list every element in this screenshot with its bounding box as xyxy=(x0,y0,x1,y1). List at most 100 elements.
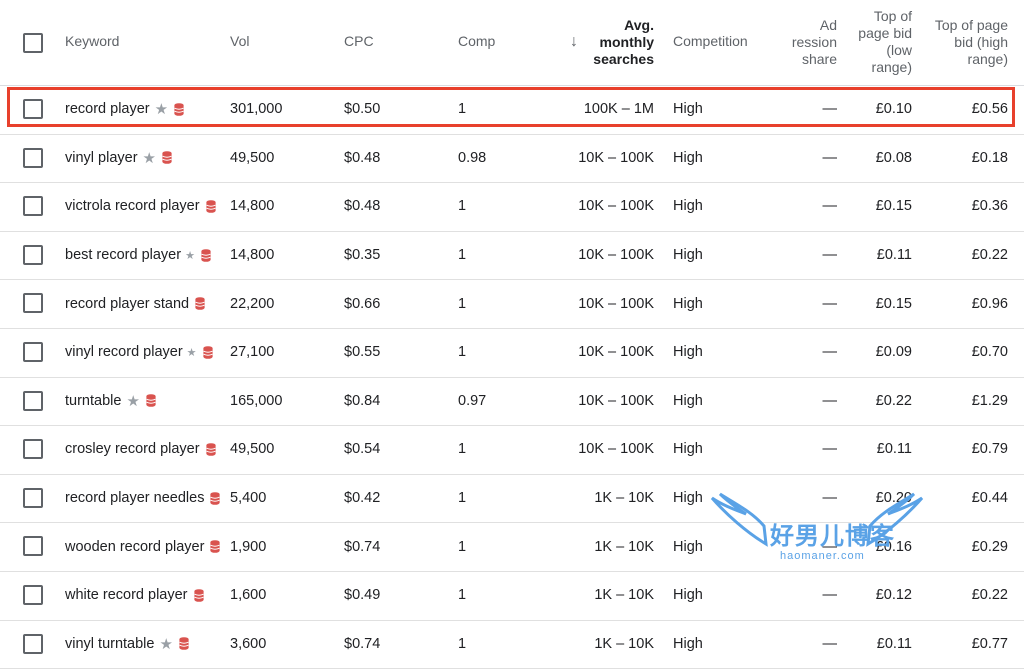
star-icon[interactable]: ★ xyxy=(143,149,156,167)
avg-searches-cell: 1K – 10K xyxy=(594,587,654,604)
database-icon xyxy=(210,540,221,553)
row-checkbox[interactable] xyxy=(23,196,43,217)
table-row: best record player ★ 14,800 $0.35 1 10K – 100… xyxy=(0,231,1024,281)
table-row: vinyl turntable ★ 3,600 $0.74 1 1K – 10K High —… xyxy=(0,620,1024,669)
header-competition[interactable]: Competition xyxy=(673,33,748,50)
keyword-text: vinyl record player xyxy=(65,344,183,361)
row-checkbox[interactable] xyxy=(23,487,43,508)
header-keyword[interactable]: Keyword xyxy=(65,33,119,50)
cpc-cell: $0.74 xyxy=(344,538,381,555)
bid-high-cell: £0.18 xyxy=(971,149,1008,166)
avg-searches-cell: 1K – 10K xyxy=(594,490,654,507)
database-icon xyxy=(174,102,184,116)
cpc-cell: $0.54 xyxy=(344,441,381,458)
ad-share-cell: — xyxy=(822,587,838,604)
sort-down-icon[interactable]: ↓ xyxy=(570,33,578,50)
row-checkbox[interactable] xyxy=(23,390,43,411)
select-all-checkbox[interactable] xyxy=(23,33,43,53)
avg-searches-cell: 10K – 100K xyxy=(578,247,654,264)
avg-searches-cell: 1K – 10K xyxy=(594,538,654,555)
comp-cell: 0.98 xyxy=(458,149,487,166)
avg-searches-cell: 100K – 1M xyxy=(583,101,654,118)
keyword-cell: vinyl turntable ★ xyxy=(65,620,189,669)
header-ad-impression-share[interactable]: Ad ression share xyxy=(770,17,837,68)
bid-low-cell: £0.11 xyxy=(876,635,912,652)
ad-share-cell: — xyxy=(822,441,838,458)
keyword-text: victrola record player xyxy=(65,198,200,215)
keyword-cell: record player needles xyxy=(65,474,221,523)
bid-high-cell: £0.22 xyxy=(971,247,1008,264)
cpc-cell: $0.48 xyxy=(344,149,381,166)
database-icon xyxy=(179,637,189,651)
vol-cell: 22,200 xyxy=(230,295,275,312)
row-checkbox[interactable] xyxy=(23,244,43,265)
bid-high-cell: £0.79 xyxy=(971,441,1008,458)
star-icon[interactable]: ★ xyxy=(126,392,139,410)
header-comp[interactable]: Comp xyxy=(458,33,495,50)
competition-cell: High xyxy=(673,198,703,215)
database-icon xyxy=(193,588,204,602)
database-icon xyxy=(146,394,156,408)
vol-cell: 27,100 xyxy=(230,344,275,361)
keyword-cell: vinyl record player ★ xyxy=(65,328,213,377)
star-icon[interactable]: ★ xyxy=(159,635,172,653)
row-checkbox[interactable] xyxy=(23,439,43,460)
bid-low-cell: £0.11 xyxy=(876,441,912,458)
comp-cell: 1 xyxy=(458,247,467,264)
vol-cell: 49,500 xyxy=(230,441,275,458)
competition-cell: High xyxy=(673,587,703,604)
row-checkbox[interactable] xyxy=(23,633,43,654)
table-row: wooden record player 1,900 $0.74 1 1K – 10K H… xyxy=(0,522,1024,572)
header-top-bid-high[interactable]: Top of page bid (high range) xyxy=(918,17,1008,68)
comp-cell: 1 xyxy=(458,101,467,118)
competition-cell: High xyxy=(673,295,703,312)
comp-cell: 1 xyxy=(458,490,467,507)
ad-share-cell: — xyxy=(822,538,838,555)
competition-cell: High xyxy=(673,490,703,507)
row-checkbox[interactable] xyxy=(23,147,43,168)
vol-cell: 165,000 xyxy=(230,392,283,409)
keyword-cell: vinyl player ★ xyxy=(65,134,172,183)
bid-high-cell: £0.22 xyxy=(971,587,1008,604)
row-checkbox[interactable] xyxy=(23,585,43,605)
database-icon xyxy=(210,491,221,505)
star-icon[interactable]: ★ xyxy=(187,346,197,359)
avg-searches-cell: 10K – 100K xyxy=(578,295,654,312)
table-row: crosley record player 49,500 $0.54 1 10K – 1… xyxy=(0,425,1024,475)
header-vol[interactable]: Vol xyxy=(230,33,249,50)
keyword-text: wooden record player xyxy=(65,538,205,555)
bid-low-cell: £0.22 xyxy=(875,392,912,409)
cpc-cell: $0.84 xyxy=(344,392,381,409)
row-checkbox[interactable] xyxy=(23,293,43,314)
cpc-cell: $0.35 xyxy=(344,247,381,264)
bid-high-cell: £0.96 xyxy=(971,295,1008,312)
bid-low-cell: £0.08 xyxy=(875,149,912,166)
star-icon[interactable]: ★ xyxy=(185,249,195,262)
comp-cell: 1 xyxy=(458,344,467,361)
comp-cell: 1 xyxy=(458,198,467,215)
avg-searches-cell: 10K – 100K xyxy=(578,392,654,409)
ad-share-cell: — xyxy=(822,101,838,118)
header-cpc[interactable]: CPC xyxy=(344,33,374,50)
ad-share-cell: — xyxy=(822,344,838,361)
table-row: record player ★ 301,000 $0.50 1 100K – 1M High… xyxy=(0,85,1024,135)
keyword-text: record player needles xyxy=(65,490,205,507)
row-checkbox[interactable] xyxy=(23,99,43,119)
table-header: Keyword Vol CPC Comp ↓ Avg. monthly sear… xyxy=(0,0,1024,86)
star-icon[interactable]: ★ xyxy=(155,100,168,118)
header-top-bid-low[interactable]: Top of page bid (low range) xyxy=(840,8,912,76)
row-checkbox[interactable] xyxy=(23,536,43,557)
keyword-cell: victrola record player xyxy=(65,182,216,231)
competition-cell: High xyxy=(673,441,703,458)
cpc-cell: $0.66 xyxy=(344,295,381,312)
cpc-cell: $0.48 xyxy=(344,198,381,215)
vol-cell: 14,800 xyxy=(230,198,275,215)
row-checkbox[interactable] xyxy=(23,342,43,362)
comp-cell: 1 xyxy=(458,635,467,652)
keyword-cell: best record player ★ xyxy=(65,231,211,280)
header-avg-monthly-searches[interactable]: Avg. monthly searches xyxy=(580,17,654,68)
table-row: vinyl player ★ 49,500 $0.48 0.98 10K – 100K Hi… xyxy=(0,134,1024,184)
database-icon xyxy=(205,443,216,456)
table-row: victrola record player 14,800 $0.48 1 10K – … xyxy=(0,182,1024,232)
keyword-cell: wooden record player xyxy=(65,522,221,571)
